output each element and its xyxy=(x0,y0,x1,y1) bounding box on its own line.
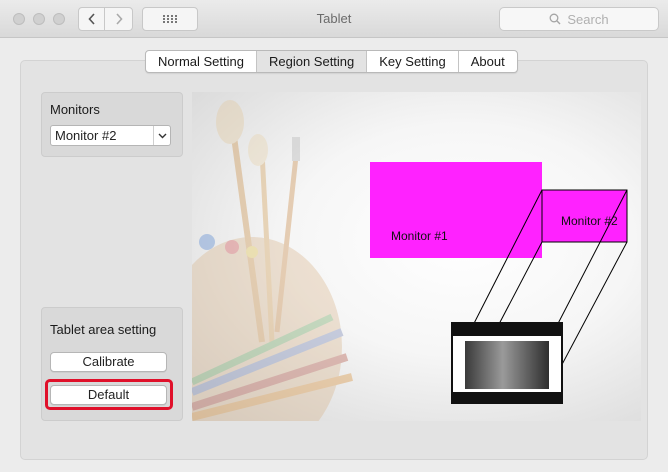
tab-about[interactable]: About xyxy=(459,51,517,72)
art-background-image xyxy=(192,100,628,421)
default-button-highlight xyxy=(45,379,173,410)
brush-ferrule-shape xyxy=(292,137,300,161)
monitor-select-value: Monitor #2 xyxy=(55,128,117,143)
tab-region-setting[interactable]: Region Setting xyxy=(256,51,368,72)
calibrate-button[interactable]: Calibrate xyxy=(50,352,167,372)
monitors-title: Monitors xyxy=(50,102,100,117)
monitor-select[interactable]: Monitor #2 xyxy=(50,125,171,146)
title-bar: Tablet Search xyxy=(0,0,668,38)
monitor-1-label: Monitor #1 xyxy=(391,229,448,243)
tab-bar: Normal Setting Region Setting Key Settin… xyxy=(145,50,518,73)
tab-normal-setting[interactable]: Normal Setting xyxy=(146,51,257,72)
paint-dab-shape xyxy=(246,246,258,258)
paint-dab-shape xyxy=(199,234,215,250)
tablet-area-title: Tablet area setting xyxy=(50,322,157,337)
region-preview: Monitor #1 Monitor #2 xyxy=(192,92,641,421)
paint-dab-shape xyxy=(225,240,239,254)
brush-tip-shape xyxy=(216,100,244,144)
tab-key-setting[interactable]: Key Setting xyxy=(367,51,459,72)
search-icon xyxy=(549,13,561,25)
monitor-2-label: Monitor #2 xyxy=(561,214,618,228)
search-field[interactable]: Search xyxy=(499,7,659,31)
search-placeholder: Search xyxy=(567,11,609,27)
tablet-active-area xyxy=(465,341,549,389)
monitor-1-rect xyxy=(370,162,542,258)
chevron-down-icon xyxy=(153,126,170,145)
brush-tip-shape xyxy=(248,134,268,166)
